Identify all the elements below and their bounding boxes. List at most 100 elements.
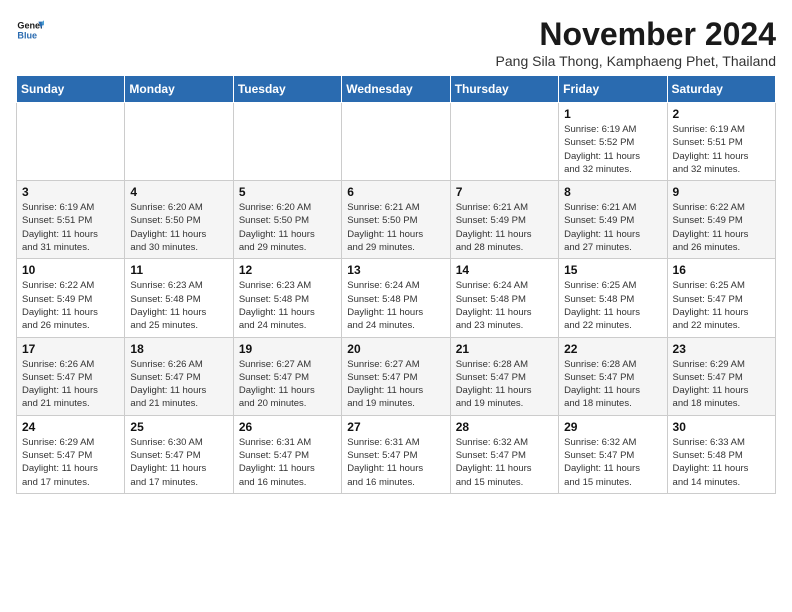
weekday-header-sunday: Sunday	[17, 76, 125, 103]
day-number: 11	[130, 263, 227, 277]
weekday-header-monday: Monday	[125, 76, 233, 103]
header: General Blue November 2024 Pang Sila Tho…	[16, 16, 776, 69]
svg-text:Blue: Blue	[17, 30, 37, 40]
location-subtitle: Pang Sila Thong, Kamphaeng Phet, Thailan…	[496, 53, 776, 69]
calendar-day-14: 14 Sunrise: 6:24 AM Sunset: 5:48 PM Dayli…	[450, 259, 558, 337]
calendar-day-11: 11 Sunrise: 6:23 AM Sunset: 5:48 PM Dayli…	[125, 259, 233, 337]
day-info: Sunrise: 6:27 AM Sunset: 5:47 PM Dayligh…	[347, 358, 444, 411]
weekday-header-tuesday: Tuesday	[233, 76, 341, 103]
calendar-day-26: 26 Sunrise: 6:31 AM Sunset: 5:47 PM Dayli…	[233, 415, 341, 493]
calendar-week-4: 17Sunrise: 6:26 AM Sunset: 5:47 PM Dayli…	[17, 337, 776, 415]
day-number: 8	[564, 185, 661, 199]
day-number: 25	[130, 420, 227, 434]
day-info: Sunrise: 6:20 AM Sunset: 5:50 PM Dayligh…	[130, 201, 227, 254]
day-number: 7	[456, 185, 553, 199]
weekday-header-wednesday: Wednesday	[342, 76, 450, 103]
day-number: 18	[130, 342, 227, 356]
calendar-body: 1 Sunrise: 6:19 AM Sunset: 5:52 PM Daylig…	[17, 103, 776, 494]
day-number: 5	[239, 185, 336, 199]
day-info: Sunrise: 6:28 AM Sunset: 5:47 PM Dayligh…	[564, 358, 661, 411]
calendar-day-25: 25Sunrise: 6:30 AM Sunset: 5:47 PM Dayli…	[125, 415, 233, 493]
day-number: 28	[456, 420, 553, 434]
calendar-day-18: 18Sunrise: 6:26 AM Sunset: 5:47 PM Dayli…	[125, 337, 233, 415]
day-info: Sunrise: 6:32 AM Sunset: 5:47 PM Dayligh…	[456, 436, 553, 489]
day-number: 9	[673, 185, 770, 199]
day-number: 20	[347, 342, 444, 356]
calendar-day-2: 2 Sunrise: 6:19 AM Sunset: 5:51 PM Daylig…	[667, 103, 775, 181]
day-info: Sunrise: 6:31 AM Sunset: 5:47 PM Dayligh…	[239, 436, 336, 489]
day-info: Sunrise: 6:22 AM Sunset: 5:49 PM Dayligh…	[673, 201, 770, 254]
calendar-day-17: 17Sunrise: 6:26 AM Sunset: 5:47 PM Dayli…	[17, 337, 125, 415]
calendar-day-1: 1 Sunrise: 6:19 AM Sunset: 5:52 PM Daylig…	[559, 103, 667, 181]
calendar-day-9: 9 Sunrise: 6:22 AM Sunset: 5:49 PM Daylig…	[667, 181, 775, 259]
day-number: 4	[130, 185, 227, 199]
day-info: Sunrise: 6:23 AM Sunset: 5:48 PM Dayligh…	[239, 279, 336, 332]
empty-cell	[233, 103, 341, 181]
day-number: 16	[673, 263, 770, 277]
calendar-day-15: 15Sunrise: 6:25 AM Sunset: 5:48 PM Dayli…	[559, 259, 667, 337]
calendar-day-19: 19 Sunrise: 6:27 AM Sunset: 5:47 PM Dayli…	[233, 337, 341, 415]
calendar-table: SundayMondayTuesdayWednesdayThursdayFrid…	[16, 75, 776, 494]
calendar-day-21: 21Sunrise: 6:28 AM Sunset: 5:47 PM Dayli…	[450, 337, 558, 415]
empty-cell	[450, 103, 558, 181]
day-info: Sunrise: 6:24 AM Sunset: 5:48 PM Dayligh…	[456, 279, 553, 332]
weekday-header-friday: Friday	[559, 76, 667, 103]
day-info: Sunrise: 6:32 AM Sunset: 5:47 PM Dayligh…	[564, 436, 661, 489]
day-info: Sunrise: 6:26 AM Sunset: 5:47 PM Dayligh…	[22, 358, 119, 411]
day-number: 26	[239, 420, 336, 434]
day-info: Sunrise: 6:20 AM Sunset: 5:50 PM Dayligh…	[239, 201, 336, 254]
day-number: 19	[239, 342, 336, 356]
calendar-day-20: 20 Sunrise: 6:27 AM Sunset: 5:47 PM Dayli…	[342, 337, 450, 415]
day-info: Sunrise: 6:29 AM Sunset: 5:47 PM Dayligh…	[22, 436, 119, 489]
empty-cell	[125, 103, 233, 181]
day-number: 14	[456, 263, 553, 277]
calendar-day-29: 29 Sunrise: 6:32 AM Sunset: 5:47 PM Dayli…	[559, 415, 667, 493]
day-info: Sunrise: 6:31 AM Sunset: 5:47 PM Dayligh…	[347, 436, 444, 489]
day-number: 1	[564, 107, 661, 121]
day-number: 3	[22, 185, 119, 199]
day-info: Sunrise: 6:21 AM Sunset: 5:49 PM Dayligh…	[564, 201, 661, 254]
day-info: Sunrise: 6:24 AM Sunset: 5:48 PM Dayligh…	[347, 279, 444, 332]
day-number: 12	[239, 263, 336, 277]
weekday-header-saturday: Saturday	[667, 76, 775, 103]
day-number: 13	[347, 263, 444, 277]
day-info: Sunrise: 6:29 AM Sunset: 5:47 PM Dayligh…	[673, 358, 770, 411]
logo: General Blue	[16, 16, 44, 44]
title-area: November 2024 Pang Sila Thong, Kamphaeng…	[496, 16, 776, 69]
empty-cell	[342, 103, 450, 181]
day-number: 10	[22, 263, 119, 277]
day-info: Sunrise: 6:33 AM Sunset: 5:48 PM Dayligh…	[673, 436, 770, 489]
day-number: 27	[347, 420, 444, 434]
calendar-day-30: 30Sunrise: 6:33 AM Sunset: 5:48 PM Dayli…	[667, 415, 775, 493]
day-number: 6	[347, 185, 444, 199]
calendar-day-10: 10 Sunrise: 6:22 AM Sunset: 5:49 PM Dayli…	[17, 259, 125, 337]
calendar-day-12: 12 Sunrise: 6:23 AM Sunset: 5:48 PM Dayli…	[233, 259, 341, 337]
calendar-day-6: 6 Sunrise: 6:21 AM Sunset: 5:50 PM Daylig…	[342, 181, 450, 259]
day-info: Sunrise: 6:25 AM Sunset: 5:47 PM Dayligh…	[673, 279, 770, 332]
day-number: 2	[673, 107, 770, 121]
day-number: 29	[564, 420, 661, 434]
day-number: 22	[564, 342, 661, 356]
weekday-header-row: SundayMondayTuesdayWednesdayThursdayFrid…	[17, 76, 776, 103]
logo-icon: General Blue	[16, 16, 44, 44]
calendar-day-13: 13 Sunrise: 6:24 AM Sunset: 5:48 PM Dayli…	[342, 259, 450, 337]
calendar-day-27: 27 Sunrise: 6:31 AM Sunset: 5:47 PM Dayli…	[342, 415, 450, 493]
day-info: Sunrise: 6:19 AM Sunset: 5:51 PM Dayligh…	[22, 201, 119, 254]
calendar-day-4: 4 Sunrise: 6:20 AM Sunset: 5:50 PM Daylig…	[125, 181, 233, 259]
day-info: Sunrise: 6:19 AM Sunset: 5:51 PM Dayligh…	[673, 123, 770, 176]
day-number: 23	[673, 342, 770, 356]
calendar-week-5: 24Sunrise: 6:29 AM Sunset: 5:47 PM Dayli…	[17, 415, 776, 493]
calendar-week-2: 3 Sunrise: 6:19 AM Sunset: 5:51 PM Daylig…	[17, 181, 776, 259]
day-info: Sunrise: 6:23 AM Sunset: 5:48 PM Dayligh…	[130, 279, 227, 332]
calendar-day-8: 8 Sunrise: 6:21 AM Sunset: 5:49 PM Daylig…	[559, 181, 667, 259]
empty-cell	[17, 103, 125, 181]
calendar-day-23: 23 Sunrise: 6:29 AM Sunset: 5:47 PM Dayli…	[667, 337, 775, 415]
calendar-week-1: 1 Sunrise: 6:19 AM Sunset: 5:52 PM Daylig…	[17, 103, 776, 181]
calendar-day-7: 7Sunrise: 6:21 AM Sunset: 5:49 PM Daylig…	[450, 181, 558, 259]
day-number: 15	[564, 263, 661, 277]
calendar-day-16: 16 Sunrise: 6:25 AM Sunset: 5:47 PM Dayli…	[667, 259, 775, 337]
day-info: Sunrise: 6:27 AM Sunset: 5:47 PM Dayligh…	[239, 358, 336, 411]
day-info: Sunrise: 6:22 AM Sunset: 5:49 PM Dayligh…	[22, 279, 119, 332]
day-info: Sunrise: 6:21 AM Sunset: 5:50 PM Dayligh…	[347, 201, 444, 254]
day-info: Sunrise: 6:19 AM Sunset: 5:52 PM Dayligh…	[564, 123, 661, 176]
